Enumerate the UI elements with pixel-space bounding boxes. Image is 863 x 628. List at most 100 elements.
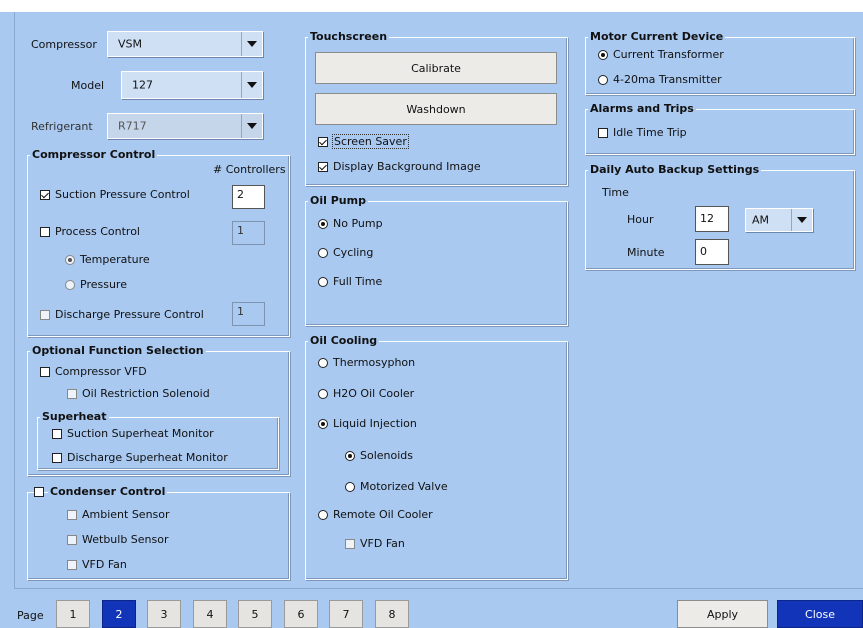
pressure-label: Pressure	[80, 278, 127, 291]
oil-restriction-checkbox[interactable]	[67, 389, 77, 399]
suction-superheat-checkbox[interactable]	[52, 429, 62, 439]
page-label: Page	[17, 609, 44, 622]
apply-button[interactable]: Apply	[677, 600, 768, 628]
ampm-select[interactable]: AM	[745, 208, 813, 232]
hour-label: Hour	[627, 213, 654, 226]
cycling-radio[interactable]	[318, 248, 328, 258]
refrigerant-value: R717	[118, 119, 147, 133]
motorized-valve-radio[interactable]	[345, 482, 355, 492]
idle-time-trip-checkbox[interactable]	[598, 128, 608, 138]
discharge-superheat-checkbox[interactable]	[52, 453, 62, 463]
no-pump-label: No Pump	[333, 217, 383, 230]
solenoids-radio[interactable]	[345, 451, 355, 461]
alarms-trips-title: Alarms and Trips	[588, 102, 696, 115]
motorized-valve-label: Motorized Valve	[360, 480, 448, 493]
chevron-down-icon	[241, 32, 262, 56]
compressor-vfd-checkbox[interactable]	[40, 367, 50, 377]
model-select[interactable]: 127	[121, 71, 263, 99]
temperature-radio[interactable]	[65, 255, 75, 265]
hour-input[interactable]: 12	[695, 206, 729, 232]
remote-oil-cooler-label: Remote Oil Cooler	[333, 508, 433, 521]
temperature-label: Temperature	[80, 253, 150, 266]
oil-vfd-fan-label: VFD Fan	[360, 537, 405, 550]
chevron-down-icon	[241, 114, 262, 138]
compressor-value: VSM	[118, 37, 142, 51]
cycling-label: Cycling	[333, 246, 374, 259]
process-controllers-input[interactable]: 1	[232, 221, 265, 245]
discharge-pressure-label: Discharge Pressure Control	[55, 308, 204, 321]
discharge-controllers-input[interactable]: 1	[232, 302, 265, 326]
page-button-8[interactable]: 8	[375, 600, 409, 628]
transmitter-radio[interactable]	[598, 75, 608, 85]
process-control-checkbox[interactable]	[40, 227, 50, 237]
liquid-injection-radio[interactable]	[318, 419, 328, 429]
page-button-2[interactable]: 2	[102, 600, 136, 628]
condenser-vfd-fan-label: VFD Fan	[82, 558, 127, 571]
condenser-control-title: Condenser Control	[48, 485, 168, 498]
wetbulb-sensor-checkbox[interactable]	[67, 535, 77, 545]
controllers-header: # Controllers	[213, 163, 286, 176]
liquid-injection-label: Liquid Injection	[333, 417, 417, 430]
chevron-down-icon	[791, 209, 812, 231]
minute-label: Minute	[627, 246, 665, 259]
washdown-button[interactable]: Washdown	[315, 93, 557, 125]
calibrate-button[interactable]: Calibrate	[315, 52, 557, 84]
page-button-1[interactable]: 1	[56, 600, 90, 628]
motor-current-title: Motor Current Device	[588, 30, 726, 43]
wetbulb-sensor-label: Wetbulb Sensor	[82, 533, 169, 546]
solenoids-label: Solenoids	[360, 449, 414, 462]
model-label: Model	[71, 79, 105, 92]
page-button-6[interactable]: 6	[284, 600, 318, 628]
current-transformer-label: Current Transformer	[613, 48, 724, 61]
compressor-label: Compressor	[31, 38, 97, 51]
suction-superheat-label: Suction Superheat Monitor	[67, 427, 214, 440]
ampm-value: AM	[752, 213, 770, 227]
page-button-4[interactable]: 4	[193, 600, 227, 628]
compressor-vfd-label: Compressor VFD	[55, 365, 147, 378]
minute-input[interactable]: 0	[695, 239, 729, 265]
settings-panel: Compressor VSM Model 127 Refrigerant R71…	[14, 12, 863, 589]
page-button-7[interactable]: 7	[329, 600, 363, 628]
discharge-pressure-checkbox[interactable]	[40, 310, 50, 320]
page-button-3[interactable]: 3	[147, 600, 181, 628]
motor-current-group	[585, 37, 855, 95]
chevron-down-icon	[241, 72, 262, 98]
process-control-label: Process Control	[55, 225, 140, 238]
suction-pressure-checkbox[interactable]	[40, 190, 50, 200]
oil-vfd-fan-checkbox[interactable]	[345, 539, 355, 549]
h2o-oil-cooler-radio[interactable]	[318, 389, 328, 399]
h2o-oil-cooler-label: H2O Oil Cooler	[333, 387, 415, 400]
screen-saver-label: Screen Saver	[332, 134, 409, 149]
thermosyphon-label: Thermosyphon	[333, 356, 416, 369]
suction-controllers-input[interactable]: 2	[232, 185, 265, 209]
condenser-vfd-fan-checkbox[interactable]	[67, 560, 77, 570]
pressure-radio[interactable]	[65, 280, 75, 290]
ambient-sensor-checkbox[interactable]	[67, 510, 77, 520]
full-time-radio[interactable]	[318, 277, 328, 287]
model-value: 127	[132, 78, 153, 92]
thermosyphon-radio[interactable]	[318, 358, 328, 368]
condenser-control-checkbox[interactable]	[34, 487, 44, 497]
close-button[interactable]: Close	[777, 600, 863, 628]
oil-cooling-title: Oil Cooling	[308, 334, 380, 347]
screen-saver-checkbox[interactable]	[318, 137, 328, 147]
superheat-title: Superheat	[40, 410, 109, 423]
discharge-superheat-label: Discharge Superheat Monitor	[67, 451, 228, 464]
compressor-select[interactable]: VSM	[107, 31, 263, 57]
background-image-label: Display Background Image	[333, 160, 481, 173]
current-transformer-radio[interactable]	[598, 50, 608, 60]
refrigerant-select[interactable]: R717	[107, 113, 263, 139]
touchscreen-title: Touchscreen	[308, 30, 390, 43]
full-time-label: Full Time	[333, 275, 383, 288]
oil-restriction-label: Oil Restriction Solenoid	[82, 387, 210, 400]
optional-function-title: Optional Function Selection	[30, 344, 206, 357]
oil-pump-title: Oil Pump	[308, 194, 368, 207]
page-button-5[interactable]: 5	[238, 600, 272, 628]
suction-pressure-label: Suction Pressure Control	[55, 188, 190, 201]
background-image-checkbox[interactable]	[318, 162, 328, 172]
time-label: Time	[602, 186, 629, 199]
no-pump-radio[interactable]	[318, 219, 328, 229]
transmitter-label: 4-20ma Transmitter	[613, 73, 722, 86]
ambient-sensor-label: Ambient Sensor	[82, 508, 170, 521]
remote-oil-cooler-radio[interactable]	[318, 510, 328, 520]
